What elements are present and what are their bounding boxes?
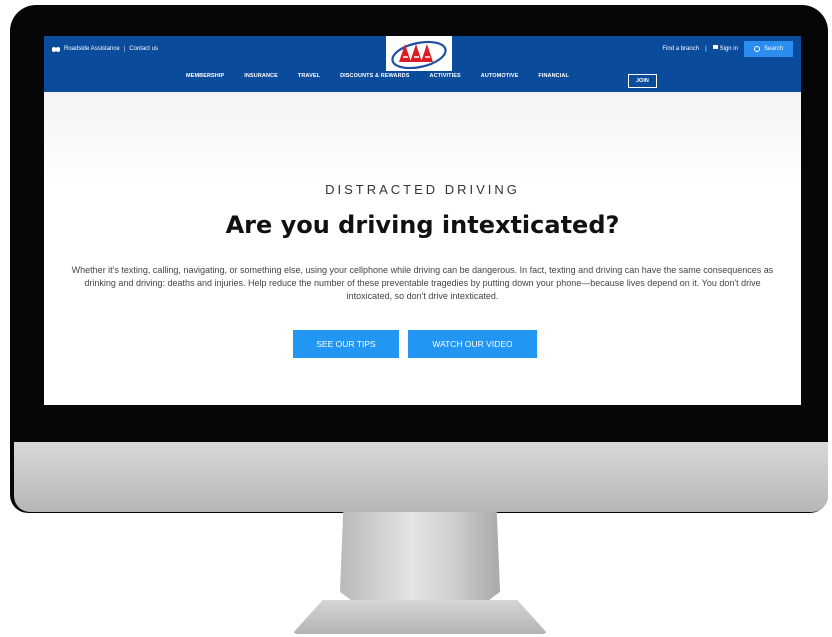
- nav-item-membership[interactable]: MEMBERSHIP: [186, 73, 224, 79]
- monitor-stand-base: [292, 600, 548, 634]
- nav-item-automotive[interactable]: AUTOMOTIVE: [481, 73, 519, 79]
- aaa-logo[interactable]: [386, 36, 452, 71]
- site-header: Roadside Assistance | Contact us Find a …: [44, 36, 801, 92]
- watch-our-video-button[interactable]: WATCH OUR VIDEO: [408, 330, 537, 358]
- main-nav: MEMBERSHIP INSURANCE TRAVEL DISCOUNTS & …: [186, 73, 589, 79]
- hero-section: DISTRACTED DRIVING Are you driving intex…: [44, 92, 801, 405]
- binoculars-icon: [52, 46, 60, 52]
- search-button[interactable]: Search: [743, 41, 793, 57]
- nav-item-activities[interactable]: ACTIVITIES: [430, 73, 461, 79]
- see-our-tips-button[interactable]: SEE OUR TIPS: [293, 330, 399, 358]
- nav-item-financial[interactable]: FINANCIAL: [538, 73, 569, 79]
- hero-body: Whether it's texting, calling, navigatin…: [71, 265, 774, 301]
- search-label: Search: [763, 46, 783, 52]
- join-button[interactable]: JOIN: [628, 74, 657, 88]
- contact-us-link[interactable]: Contact us: [129, 46, 158, 52]
- sign-in-label: Sign in: [719, 46, 738, 52]
- utility-nav-right: Find a branch | Sign in Search: [662, 41, 793, 57]
- lock-icon: [712, 45, 718, 49]
- utility-separator: |: [705, 46, 707, 52]
- screen: Roadside Assistance | Contact us Find a …: [44, 36, 801, 405]
- sign-in-link[interactable]: Sign in: [712, 45, 738, 52]
- utility-separator: |: [123, 46, 126, 52]
- aaa-logo-icon: [391, 40, 447, 69]
- utility-nav-left: Roadside Assistance | Contact us: [52, 46, 158, 52]
- nav-item-discounts-rewards[interactable]: DISCOUNTS & REWARDS: [340, 73, 409, 79]
- nav-item-insurance[interactable]: INSURANCE: [244, 73, 278, 79]
- search-icon: [753, 46, 760, 52]
- nav-item-travel[interactable]: TRAVEL: [298, 73, 320, 79]
- roadside-assistance-link[interactable]: Roadside Assistance: [64, 46, 120, 52]
- hero-eyebrow: DISTRACTED DRIVING: [325, 182, 520, 197]
- monitor-chin: [14, 442, 828, 512]
- find-branch-link[interactable]: Find a branch: [662, 46, 699, 52]
- hero-headline: Are you driving intexticated?: [225, 211, 620, 239]
